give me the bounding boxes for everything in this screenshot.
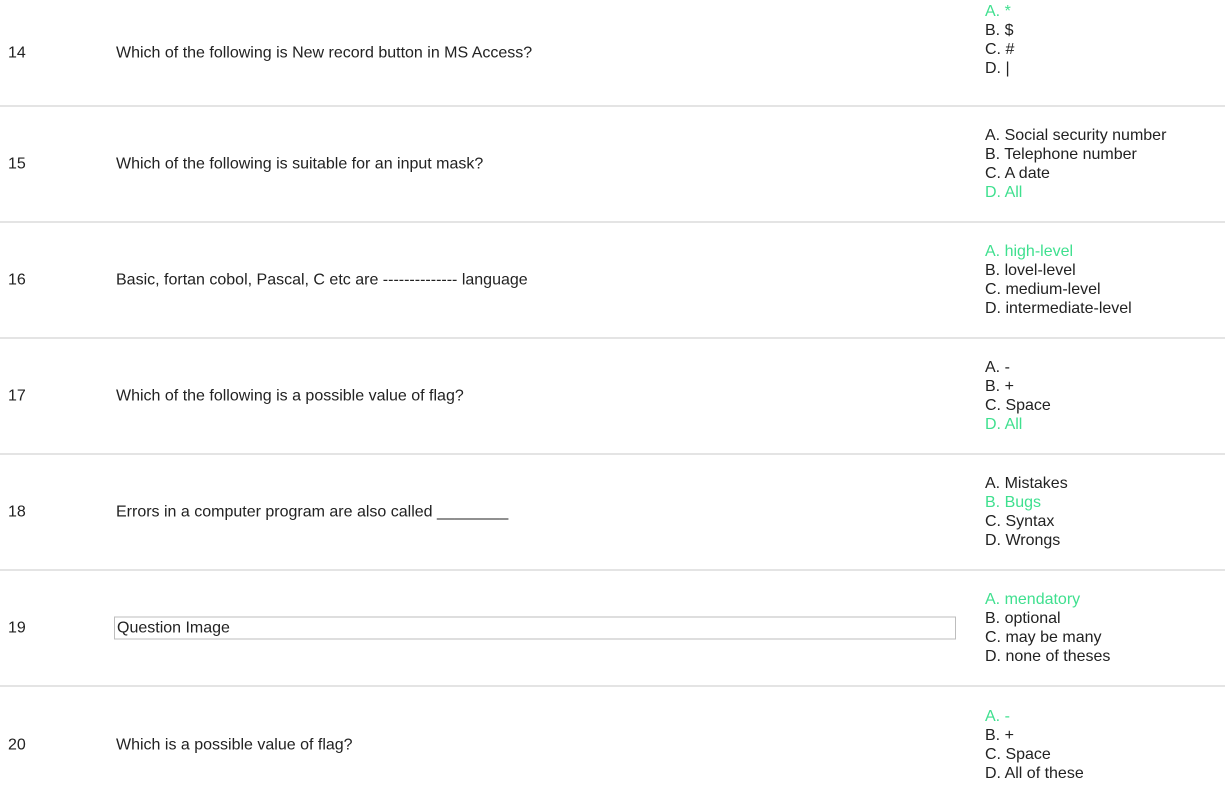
answer-options: A. - B. + C. Space D. All of these [985,707,1084,783]
option-a-correct: A. * [985,3,1011,20]
option-c: C. Space [985,746,1051,763]
question-row-19: 19 Question Image A. mendatory B. option… [0,571,1225,687]
question-text: Which of the following is suitable for a… [116,155,484,173]
option-d: D. none of theses [985,648,1111,665]
question-number: 18 [8,503,26,521]
answer-options: A. Mistakes B. Bugs C. Syntax D. Wrongs [985,474,1068,550]
answer-options: A. high-level B. lovel-level C. medium-l… [985,242,1132,318]
option-d-correct: D. All [985,184,1023,201]
answer-options: A. mendatory B. optional C. may be many … [985,590,1110,666]
option-a: A. - [985,359,1010,376]
option-b: B. $ [985,22,1014,39]
option-b: B. Telephone number [985,146,1137,163]
option-b: B. + [985,727,1014,744]
option-a-correct: A. mendatory [985,591,1081,608]
question-number: 14 [8,44,26,61]
option-b: B. optional [985,610,1061,627]
option-c: C. Space [985,397,1051,414]
question-number: 15 [8,155,26,173]
option-c: C. Syntax [985,513,1055,530]
option-c: C. A date [985,165,1050,182]
option-b: B. lovel-level [985,262,1076,279]
option-c: C. may be many [985,629,1102,646]
option-a: A. Mistakes [985,475,1068,492]
question-number: 20 [8,736,26,754]
question-row-14: 14 Which of the following is New record … [0,0,1225,107]
answer-options: A. * B. $ C. # D. | [985,2,1014,78]
questions-table: 14 Which of the following is New record … [0,0,1225,803]
question-text: Which of the following is a possible val… [116,387,464,405]
question-text: Errors in a computer program are also ca… [116,503,509,521]
question-row-15: 15 Which of the following is suitable fo… [0,107,1225,223]
question-text: Basic, fortan cobol, Pascal, C etc are -… [116,271,528,289]
question-text: Which is a possible value of flag? [116,736,353,754]
option-a-correct: A. high-level [985,243,1074,260]
question-number: 16 [8,271,26,289]
option-d: D. Wrongs [985,532,1061,549]
option-b-correct: B. Bugs [985,494,1042,511]
question-text: Which of the following is New record but… [116,44,533,61]
option-d: D. All of these [985,765,1084,782]
question-row-18: 18 Errors in a computer program are also… [0,455,1225,571]
option-c: C. # [985,41,1015,58]
question-number: 17 [8,387,26,405]
option-a: A. Social security number [985,127,1167,144]
option-b: B. + [985,378,1014,395]
question-row-17: 17 Which of the following is a possible … [0,339,1225,455]
answer-options: A. - B. + C. Space D. All [985,358,1051,434]
question-image: Question Image [114,616,956,640]
question-row-16: 16 Basic, fortan cobol, Pascal, C etc ar… [0,223,1225,339]
option-d: D. | [985,60,1010,77]
question-number: 19 [8,619,26,637]
option-d: D. intermediate-level [985,300,1132,317]
question-row-20: 20 Which is a possible value of flag? A.… [0,687,1225,803]
option-d-correct: D. All [985,416,1023,433]
option-c: C. medium-level [985,281,1101,298]
option-a-correct: A. - [985,708,1010,725]
answer-options: A. Social security number B. Telephone n… [985,126,1166,202]
